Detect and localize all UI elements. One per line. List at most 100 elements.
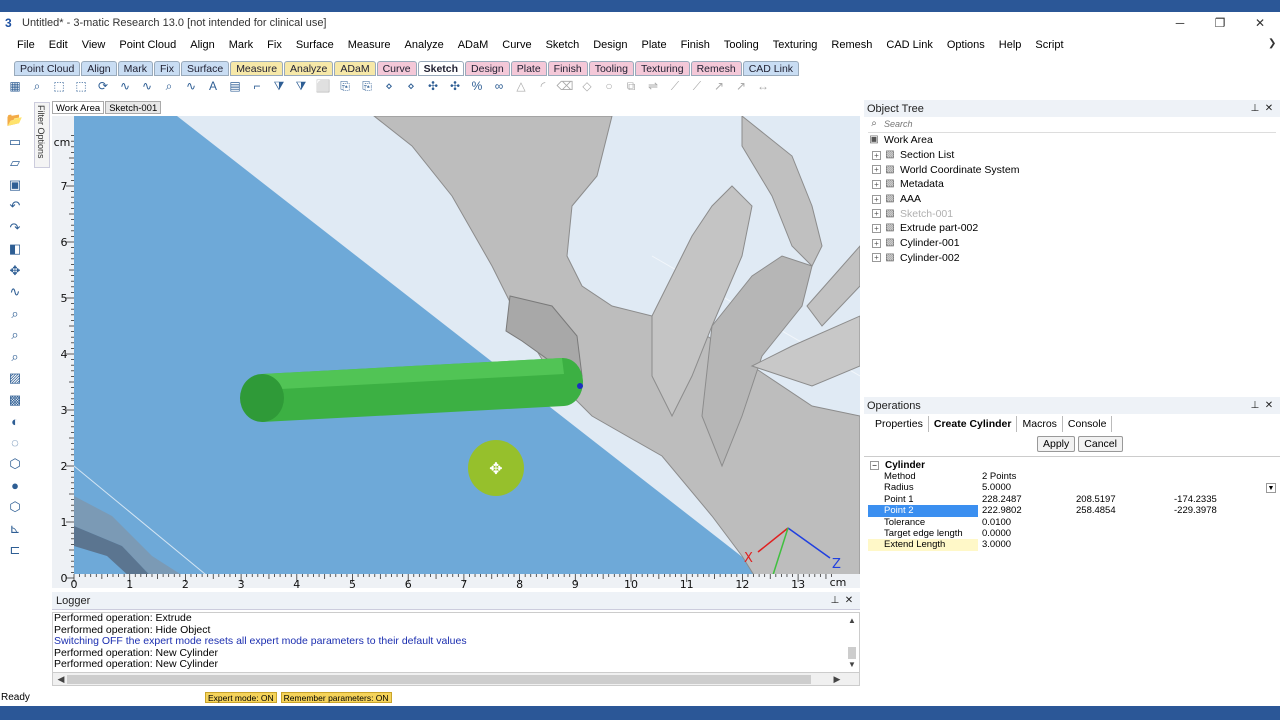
property-value-v2[interactable] xyxy=(1076,528,1174,539)
property-value-v2[interactable] xyxy=(1076,517,1174,528)
operations-close-icon[interactable]: ✕ xyxy=(1262,399,1276,413)
minimize-button[interactable]: ─ xyxy=(1160,12,1200,34)
arc-icon[interactable]: ◜ xyxy=(534,78,552,94)
menu-analyze[interactable]: Analyze xyxy=(398,34,451,56)
copy-icon[interactable]: ⧉ xyxy=(622,78,640,94)
expand-icon[interactable]: + xyxy=(872,150,881,160)
filter-icon[interactable]: ⧩ xyxy=(270,78,288,94)
object-tree-search-input[interactable] xyxy=(884,119,1264,129)
menu-mark[interactable]: Mark xyxy=(222,34,260,56)
view-tab-work-area[interactable]: Work Area xyxy=(52,101,105,114)
measure-icon[interactable]: ⟋ xyxy=(666,78,684,94)
ruler-icon[interactable]: ⊏ xyxy=(4,540,26,560)
select-icon[interactable]: ⬚ xyxy=(50,78,68,94)
logger-close-icon[interactable]: ✕ xyxy=(842,594,856,608)
restore-button[interactable]: ❐ xyxy=(1200,12,1240,34)
ribbon-tab-align[interactable]: Align xyxy=(81,60,117,76)
text-icon[interactable]: A xyxy=(204,78,222,94)
menu-adam[interactable]: ADaM xyxy=(451,34,496,56)
property-row-radius[interactable]: Radius 5.0000 xyxy=(868,482,1278,493)
curve-tool-icon[interactable]: ∿ xyxy=(4,282,26,302)
tree-item-world-coordinate-system[interactable]: + ▧ World Coordinate System xyxy=(868,162,1276,177)
arrow-icon-2[interactable]: ↗ xyxy=(732,78,750,94)
tree-item-aaa[interactable]: + ▧ AAA xyxy=(868,192,1276,207)
circle-icon[interactable]: ○ xyxy=(600,78,618,94)
logger-hscrollbar[interactable]: ◀ ▶ xyxy=(52,672,860,686)
expand-icon[interactable]: + xyxy=(872,194,881,204)
eraser-icon[interactable]: ⌫ xyxy=(556,78,574,94)
property-value-v1[interactable]: 2 Points xyxy=(978,471,1076,482)
property-value-v3[interactable] xyxy=(1174,539,1264,550)
scroll-left-icon[interactable]: ◀ xyxy=(55,673,67,685)
property-value-v3[interactable]: -229.3978 xyxy=(1174,505,1264,516)
property-row-point-1[interactable]: Point 1 228.2487 208.5197 -174.2335 xyxy=(868,494,1278,505)
property-row-target-edge-length[interactable]: Target edge length 0.0000 xyxy=(868,528,1278,539)
menu-curve[interactable]: Curve xyxy=(495,34,538,56)
measure-icon-2[interactable]: ⟋ xyxy=(688,78,706,94)
filter-options-tab[interactable]: Filter Options xyxy=(34,102,50,168)
ribbon-tab-point-cloud[interactable]: Point Cloud xyxy=(14,60,81,76)
wireframe-icon[interactable]: ▩ xyxy=(4,390,26,410)
box-icon[interactable]: ◧ xyxy=(4,239,26,259)
filter-icon-2[interactable]: ⧩ xyxy=(292,78,310,94)
menu-measure[interactable]: Measure xyxy=(341,34,398,56)
curve-point-icon[interactable]: ∿ xyxy=(116,78,134,94)
tree-item-extrude-part-002[interactable]: + ▧ Extrude part-002 xyxy=(868,221,1276,236)
apply-button[interactable]: Apply xyxy=(1037,436,1076,452)
menu-design[interactable]: Design xyxy=(586,34,634,56)
collapse-icon[interactable]: − xyxy=(870,460,879,470)
3d-viewport[interactable]: ✥ X Z 0 1 2 3 4 5 6 7 8 9 10 11 12 13 0 1 2 3 4 5 6 7 cm cm xyxy=(52,116,860,588)
scroll-right-icon[interactable]: ▶ xyxy=(831,673,843,685)
property-row-method[interactable]: Method 2 Points xyxy=(868,471,1278,482)
ribbon-tab-finish[interactable]: Finish xyxy=(547,60,588,76)
property-value-v1[interactable]: 5.0000 xyxy=(978,482,1076,493)
ribbon-tab-design[interactable]: Design xyxy=(465,60,510,76)
mirror-icon[interactable]: ⇌ xyxy=(644,78,662,94)
property-value-v3[interactable]: -174.2335 xyxy=(1174,494,1264,505)
node-icon[interactable]: ⋄ xyxy=(380,78,398,94)
expand-icon[interactable]: + xyxy=(872,238,881,248)
menu-point-cloud[interactable]: Point Cloud xyxy=(112,34,183,56)
ribbon-tab-plate[interactable]: Plate xyxy=(510,60,547,76)
tree-root[interactable]: ▣ Work Area xyxy=(868,133,1276,148)
table-icon[interactable]: ▤ xyxy=(226,78,244,94)
curve-line-icon[interactable]: ∿ xyxy=(138,78,156,94)
menu-view[interactable]: View xyxy=(75,34,113,56)
search-tool-icon[interactable]: ⌕ xyxy=(4,325,26,345)
cancel-button[interactable]: Cancel xyxy=(1078,436,1123,452)
expert-mode-badge[interactable]: Expert mode: ON xyxy=(205,691,277,703)
menu-surface[interactable]: Surface xyxy=(289,34,341,56)
property-value-v3[interactable] xyxy=(1174,471,1264,482)
ribbon-tab-mark[interactable]: Mark xyxy=(117,60,153,76)
close-button[interactable]: ✕ xyxy=(1240,12,1280,34)
point-2-marker[interactable] xyxy=(577,383,583,389)
view-tab-sketch-001[interactable]: Sketch-001 xyxy=(105,101,162,114)
expand-icon[interactable]: + xyxy=(872,165,881,175)
property-value-v1[interactable]: 0.0000 xyxy=(978,528,1076,539)
property-value-v2[interactable] xyxy=(1076,482,1174,493)
tree-item-cylinder-001[interactable]: + ▧ Cylinder-001 xyxy=(868,236,1276,251)
ops-tab-macros[interactable]: Macros xyxy=(1017,416,1063,432)
property-value-v2[interactable]: 258.4854 xyxy=(1076,505,1174,516)
image-icon[interactable]: ▨ xyxy=(4,368,26,388)
ops-tab-properties[interactable]: Properties xyxy=(870,416,929,432)
ribbon-tab-curve[interactable]: Curve xyxy=(376,60,417,76)
menu-edit[interactable]: Edit xyxy=(42,34,75,56)
property-value-v1[interactable]: 0.0100 xyxy=(978,517,1076,528)
menu-tooling[interactable]: Tooling xyxy=(717,34,766,56)
zoom-region-icon[interactable]: ⌕ xyxy=(4,347,26,367)
snap-icon[interactable]: ✣ xyxy=(424,78,442,94)
method-dropdown-icon[interactable]: ▼ xyxy=(1266,483,1276,493)
operations-pin-icon[interactable]: ⊥ xyxy=(1248,399,1262,413)
menu-plate[interactable]: Plate xyxy=(634,34,673,56)
property-value-v1[interactable]: 3.0000 xyxy=(978,539,1076,550)
ops-tab-create-cylinder[interactable]: Create Cylinder xyxy=(929,416,1018,432)
zoom-fit-icon[interactable]: ⌕ xyxy=(28,78,46,94)
double-arrow-icon[interactable]: ↔ xyxy=(754,78,772,94)
ribbon-tab-tooling[interactable]: Tooling xyxy=(588,60,634,76)
shade-icon[interactable]: ◐ xyxy=(4,411,26,431)
menu-align[interactable]: Align xyxy=(183,34,221,56)
frame-icon[interactable]: ⬜ xyxy=(314,78,332,94)
remember-parameters-badge[interactable]: Remember parameters: ON xyxy=(280,691,392,703)
ribbon-tab-sketch[interactable]: Sketch xyxy=(417,60,465,76)
